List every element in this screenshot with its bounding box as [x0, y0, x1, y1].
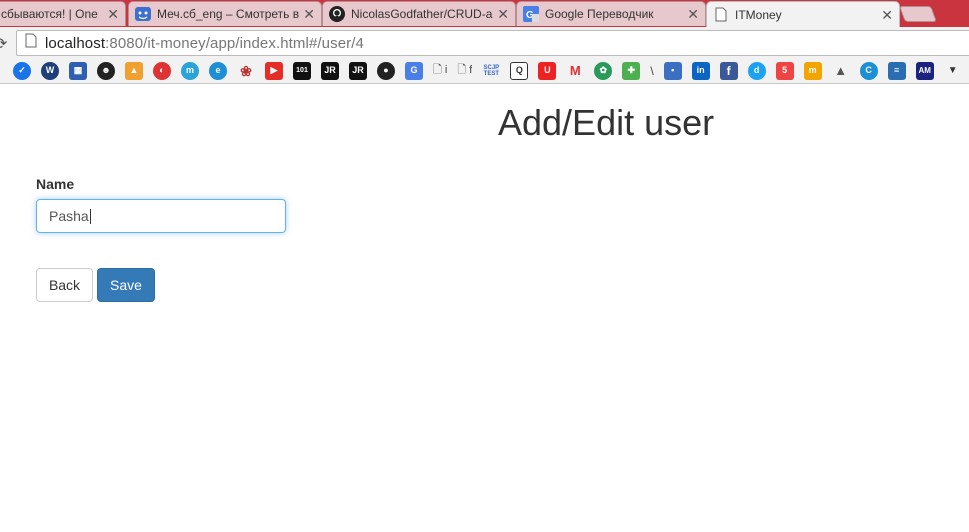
- url-text[interactable]: localhost:8080/it-money/app/index.html#/…: [45, 35, 364, 52]
- close-icon[interactable]: ✕: [881, 8, 893, 22]
- facebook-bookmark-icon[interactable]: f: [719, 61, 738, 80]
- doc-bookmark-label: i: [444, 64, 448, 76]
- m-bookmark-icon[interactable]: m: [803, 61, 822, 80]
- bookmarks-bar: ✓ W ▦ ☻ ▲ ◐ m e ❀ ▶ 101 JR JR ● G 🗋 i 🗋 …: [0, 58, 969, 84]
- green-bookmark-icon[interactable]: ✿: [594, 61, 613, 80]
- back-button[interactable]: Back: [36, 268, 93, 302]
- text-caret: [89, 208, 91, 224]
- tab-translate[interactable]: G Google Переводчик ✕: [516, 1, 706, 26]
- chat-bookmark-icon[interactable]: ▪: [663, 61, 682, 80]
- vw-bookmark-icon[interactable]: W: [41, 61, 59, 80]
- d-bookmark-icon[interactable]: d: [747, 61, 766, 80]
- github-icon: [329, 6, 345, 22]
- gmail-bookmark-icon[interactable]: M: [566, 62, 584, 80]
- tab-title: сбываются! | One: [1, 7, 98, 21]
- tab-strip: сбываются! | One ✕ Меч.сб_eng – Смотреть…: [0, 0, 969, 27]
- tab-github[interactable]: NicolasGodfather/CRUD-a ✕: [322, 1, 516, 26]
- checkmark-bookmark-icon[interactable]: ✓: [13, 61, 31, 80]
- puzzle-bookmark-icon[interactable]: ✚: [622, 61, 641, 80]
- address-bar[interactable]: localhost:8080/it-money/app/index.html#/…: [16, 30, 969, 56]
- close-icon[interactable]: ✕: [687, 7, 699, 21]
- jr-bookmark-icon[interactable]: JR: [321, 61, 339, 80]
- slash-bookmark[interactable]: \: [650, 62, 653, 80]
- google-translate-icon: G: [523, 6, 539, 22]
- html5-bookmark-icon[interactable]: 5: [775, 61, 794, 80]
- github-bookmark-icon[interactable]: ●: [377, 61, 395, 80]
- tab-video[interactable]: Меч.сб_eng – Смотреть в ✕: [128, 1, 322, 26]
- url-host: localhost: [45, 34, 106, 52]
- youtube-bookmark-icon[interactable]: ▶: [265, 61, 283, 80]
- e-bookmark-icon[interactable]: e: [209, 61, 227, 80]
- doc-bookmark-f[interactable]: 🗋 f: [457, 62, 472, 80]
- tab-title: Меч.сб_eng – Смотреть в: [157, 7, 300, 21]
- am-bookmark-icon[interactable]: AM: [915, 61, 934, 80]
- tab-onetab[interactable]: сбываются! | One ✕: [0, 1, 126, 26]
- tab-title: NicolasGodfather/CRUD-a: [351, 7, 493, 21]
- save-button[interactable]: Save: [97, 268, 155, 302]
- translate-bookmark-icon[interactable]: G: [405, 61, 423, 80]
- chevron-down-icon[interactable]: ▼: [944, 62, 962, 80]
- doc-bookmark-i[interactable]: 🗋 i: [433, 62, 447, 80]
- calendar-bookmark-icon[interactable]: ▦: [69, 61, 87, 80]
- reload-icon[interactable]: ⟳: [0, 34, 7, 54]
- stack-bookmark-icon[interactable]: ≡: [887, 61, 906, 80]
- shield-bookmark-icon[interactable]: U: [538, 61, 557, 80]
- page-icon: [713, 7, 729, 23]
- url-path: :8080/it-money/app/index.html#/user/4: [105, 34, 364, 52]
- close-icon[interactable]: ✕: [497, 7, 509, 21]
- doc-bookmark-label: f: [469, 64, 473, 76]
- face-bookmark-icon[interactable]: ☻: [97, 61, 115, 80]
- close-icon[interactable]: ✕: [303, 7, 315, 21]
- page-icon: [25, 33, 37, 53]
- browser-toolbar: ⟳ localhost:8080/it-money/app/index.html…: [0, 27, 969, 58]
- name-input[interactable]: Pasha: [36, 199, 286, 233]
- tab-title: Google Переводчик: [545, 7, 654, 21]
- paw-bookmark-icon[interactable]: ❀: [237, 62, 255, 80]
- name-input-value: Pasha: [49, 208, 89, 224]
- mq-bookmark-icon[interactable]: m: [181, 61, 199, 80]
- tab-title: ITMoney: [735, 7, 782, 22]
- q-bookmark-icon[interactable]: Q: [510, 61, 529, 80]
- graduation-bookmark-icon[interactable]: ▲: [832, 62, 850, 80]
- swirl-bookmark-icon[interactable]: ◐: [153, 61, 171, 80]
- name-label: Name: [36, 176, 75, 192]
- tab-itmoney[interactable]: ITMoney ✕: [706, 1, 900, 27]
- scjp-bookmark-icon[interactable]: SCJP TEST: [482, 62, 500, 80]
- fox-bookmark-icon[interactable]: ▲: [125, 61, 143, 80]
- jr-bookmark-icon-2[interactable]: JR: [349, 61, 367, 80]
- page-title: Add/Edit user: [498, 102, 715, 143]
- video-site-icon: [135, 6, 151, 22]
- linkedin-bookmark-icon[interactable]: in: [691, 61, 710, 80]
- c-bookmark-icon[interactable]: C: [859, 61, 878, 80]
- close-icon[interactable]: ✕: [107, 7, 119, 21]
- new-tab-button[interactable]: [899, 6, 937, 22]
- binary-bookmark-icon[interactable]: 101: [293, 61, 311, 80]
